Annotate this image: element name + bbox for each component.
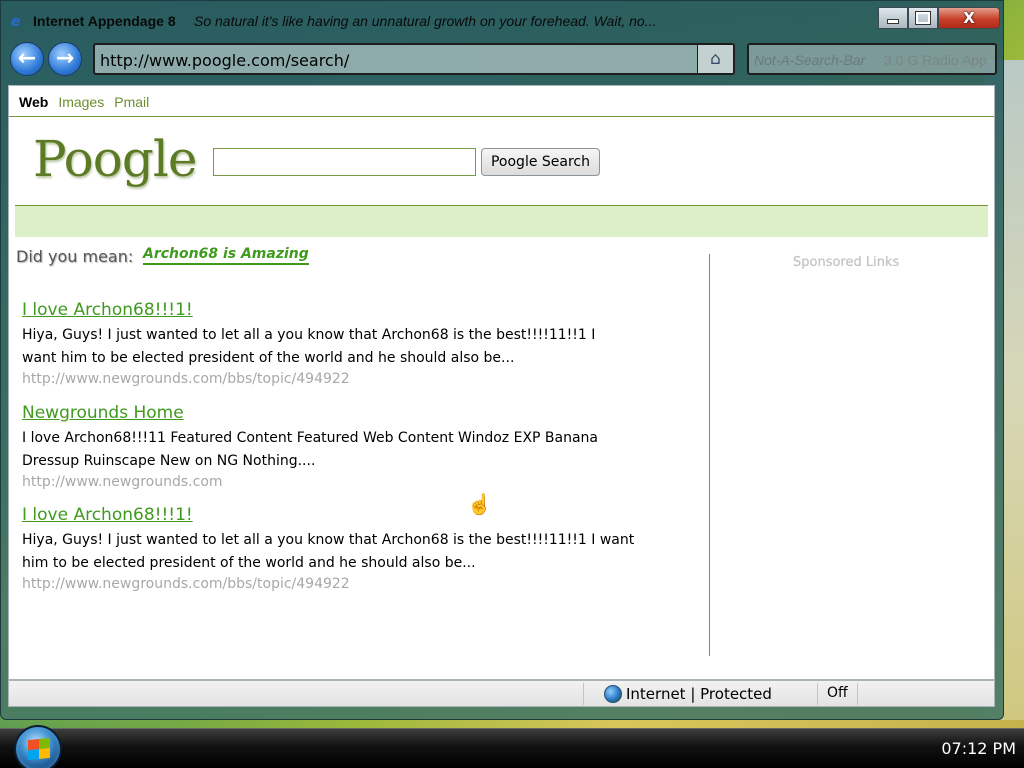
- nav-link-mail[interactable]: Pmail: [114, 94, 149, 110]
- maximize-button[interactable]: [908, 7, 938, 29]
- browser-logo-icon: e: [11, 14, 21, 30]
- home-button[interactable]: ⌂: [697, 45, 733, 73]
- web-page: Web Images Pmail Poogle Poogle Search Di…: [8, 85, 995, 680]
- back-arrow-icon: ←: [17, 46, 37, 71]
- start-button[interactable]: [14, 725, 62, 768]
- search-result: I love Archon68!!!1! Hiya, Guys! I just …: [22, 503, 682, 593]
- did-you-mean-link[interactable]: Archon68 is Amazing: [143, 246, 309, 265]
- result-snippet-line: I love Archon68!!!11 Featured Content Fe…: [22, 430, 599, 446]
- status-bar: Internet | Protected Off: [8, 680, 995, 707]
- address-bar[interactable]: http://www.poogle.com/search/ ⌂: [93, 43, 735, 75]
- did-you-mean-label: Did you mean:: [16, 247, 134, 266]
- address-url[interactable]: http://www.poogle.com/search/: [100, 51, 349, 70]
- system-clock[interactable]: 07:12 PM: [941, 739, 1016, 758]
- search-input[interactable]: [213, 148, 476, 176]
- window-subtitle: So natural it's like having an unnatural…: [194, 13, 657, 29]
- status-separator: [817, 683, 818, 705]
- toolbar-search-placeholder: Not-A-Search-Bar: [754, 52, 866, 68]
- column-divider: [709, 254, 710, 656]
- back-button[interactable]: ←: [10, 42, 44, 76]
- forward-arrow-icon: →: [55, 46, 75, 71]
- poogle-logo[interactable]: Poogle: [33, 130, 197, 188]
- search-result: Newgrounds Home I love Archon68!!!11 Fea…: [22, 401, 682, 491]
- toolbar-search-box[interactable]: Not-A-Search-Bar 3.0 G Radio App: [747, 43, 997, 75]
- protected-mode-toggle[interactable]: Off: [827, 685, 848, 701]
- result-snippet: I love Archon68!!!11 Featured Content Fe…: [22, 427, 682, 473]
- search-button[interactable]: Poogle Search: [481, 148, 600, 176]
- windows-logo-icon: [28, 737, 50, 761]
- top-nav-links: Web Images Pmail: [19, 94, 149, 110]
- result-title-link[interactable]: I love Archon68!!!1!: [22, 298, 682, 322]
- result-snippet-line: Hiya, Guys! I just wanted to let all a y…: [22, 532, 635, 548]
- minimize-button[interactable]: [878, 7, 908, 29]
- result-url: http://www.newgrounds.com/bbs/topic/4949…: [22, 576, 350, 592]
- result-title-link[interactable]: Newgrounds Home: [22, 401, 682, 425]
- sponsored-links-heading: Sponsored Links: [793, 255, 900, 270]
- forward-button[interactable]: →: [48, 42, 82, 76]
- status-separator: [583, 683, 584, 705]
- result-snippet: Hiya, Guys! I just wanted to let all a y…: [22, 324, 682, 370]
- nav-link-images[interactable]: Images: [58, 94, 104, 110]
- result-snippet-line: Dressup Ruinscape New on NG Nothing....: [22, 453, 316, 469]
- result-snippet: Hiya, Guys! I just wanted to let all a y…: [22, 529, 682, 575]
- result-snippet-line: want him to be elected president of the …: [22, 350, 515, 366]
- result-snippet-line: him to be elected president of the world…: [22, 555, 476, 571]
- nav-link-web[interactable]: Web: [19, 94, 48, 110]
- title-bar[interactable]: e Internet Appendage 8 So natural it's l…: [1, 1, 1005, 41]
- close-button[interactable]: X: [938, 7, 1000, 29]
- search-result: I love Archon68!!!1! Hiya, Guys! I just …: [22, 298, 682, 388]
- divider: [9, 116, 994, 117]
- security-zone[interactable]: Internet | Protected: [626, 685, 772, 703]
- result-url: http://www.newgrounds.com/bbs/topic/4949…: [22, 371, 350, 387]
- window-controls: X: [878, 7, 1000, 29]
- hand-cursor-icon: ☝: [467, 494, 492, 516]
- window-title: Internet Appendage 8: [33, 13, 176, 29]
- result-snippet-line: Hiya, Guys! I just wanted to let all a y…: [22, 327, 596, 343]
- status-separator: [857, 683, 858, 705]
- home-icon: ⌂: [710, 49, 721, 69]
- results-header-band: [15, 206, 988, 237]
- result-url: http://www.newgrounds.com: [22, 474, 223, 490]
- toolbar-search-overlay: 3.0 G Radio App: [884, 52, 987, 68]
- taskbar: 07:12 PM: [0, 725, 1024, 768]
- globe-icon: [604, 685, 622, 703]
- result-title-link[interactable]: I love Archon68!!!1!: [22, 503, 682, 527]
